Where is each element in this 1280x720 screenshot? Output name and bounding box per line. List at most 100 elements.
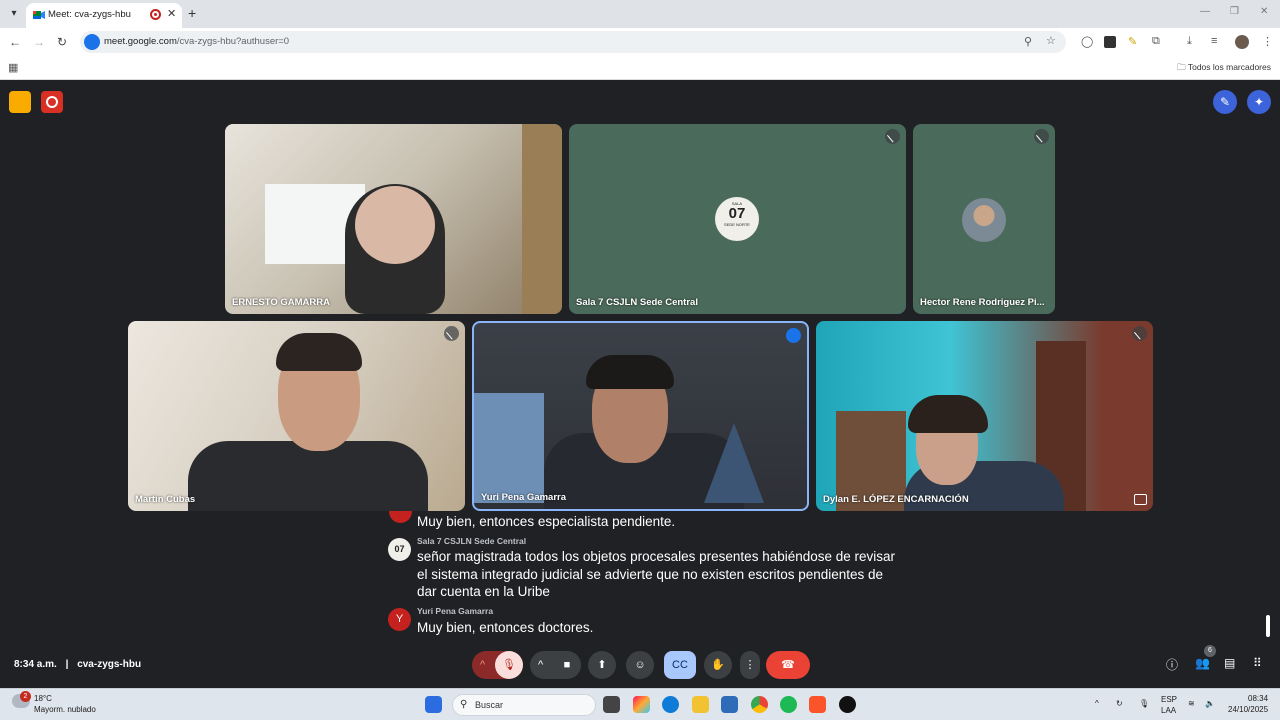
sync-icon[interactable]: ↻: [1116, 699, 1123, 708]
taskbar-search[interactable]: ⚲ Buscar: [452, 694, 596, 716]
emoji-button[interactable]: ☺: [626, 651, 654, 679]
spotify-icon[interactable]: [780, 696, 797, 713]
profile-avatar[interactable]: [1235, 35, 1249, 49]
mic-off-button[interactable]: 🎙: [495, 651, 523, 679]
back-icon[interactable]: ←: [9, 35, 21, 49]
mic-off-icon: [885, 129, 900, 144]
brave-icon[interactable]: [809, 696, 826, 713]
participant-name: Sala 7 CSJLN Sede Central: [576, 297, 698, 308]
reload-icon[interactable]: ↻: [57, 35, 67, 49]
bookmark-star-icon[interactable]: ☆: [1046, 34, 1056, 47]
present-button[interactable]: ⬆: [588, 651, 616, 679]
meeting-info: 8:34 a.m. | cva-zygs-hbu: [14, 659, 142, 670]
language-top[interactable]: ESP: [1161, 695, 1177, 704]
people-icon[interactable]: 👥: [1195, 656, 1210, 670]
caption-avatar: [389, 511, 412, 523]
audio-options-icon[interactable]: ^: [480, 651, 485, 679]
extensions-icon[interactable]: ⧉: [1152, 35, 1160, 48]
participant-name: Martin Cubas: [135, 494, 196, 505]
new-tab-button[interactable]: +: [188, 5, 196, 21]
meeting-time: 8:34 a.m.: [14, 659, 57, 670]
captions-button[interactable]: CC: [664, 651, 696, 679]
sala-avatar: SALA 07 SEDE NORTE: [715, 197, 759, 241]
mic-tray-icon[interactable]: 🎙: [1139, 699, 1149, 708]
gemini-icon[interactable]: ✦: [1247, 90, 1271, 114]
downloads-icon[interactable]: ⤓: [1187, 35, 1192, 48]
tile-ernesto-gamarra[interactable]: ERNESTO GAMARRA: [225, 124, 562, 314]
end-call-button[interactable]: ☎: [766, 651, 810, 679]
caption-text: Muy bien, entonces doctores.: [417, 620, 594, 635]
all-bookmarks[interactable]: 🗀 Todos los marcadores: [1177, 62, 1271, 76]
search-icon: ⚲: [460, 699, 468, 710]
captions-scrollbar[interactable]: [1266, 615, 1270, 637]
close-tab-icon[interactable]: ✕: [167, 7, 176, 20]
address-bar[interactable]: meet.google.com/cva-zygs-hbu?authuser=0 …: [80, 31, 1066, 53]
chat-icon[interactable]: ▤: [1224, 656, 1235, 670]
tile-martin-cubas[interactable]: Martin Cubas: [128, 321, 465, 511]
participant-name: Dylan E. LÓPEZ ENCARNACIÓN: [823, 494, 969, 505]
caption-avatar: Y: [388, 608, 411, 631]
apps-grid-icon[interactable]: ▦: [8, 61, 18, 74]
bookmarks-bar: ▦ 🗀 Todos los marcadores: [0, 56, 1280, 80]
mic-off-icon: [1034, 129, 1049, 144]
activities-icon[interactable]: ⠿: [1253, 656, 1262, 670]
notepad-icon[interactable]: [721, 696, 738, 713]
hector-avatar: [962, 198, 1006, 242]
tile-dylan-lopez[interactable]: Dylan E. LÓPEZ ENCARNACIÓN: [816, 321, 1153, 511]
participant-name: ERNESTO GAMARRA: [232, 297, 330, 308]
raise-hand-button[interactable]: ✋: [704, 651, 732, 679]
caption-text: Muy bien, entonces especialista pendient…: [417, 514, 676, 529]
minimize-icon[interactable]: —: [1200, 6, 1210, 17]
edge-icon[interactable]: [662, 696, 679, 713]
chrome-icon[interactable]: [751, 696, 768, 713]
mic-off-icon: [1132, 326, 1147, 341]
volume-icon[interactable]: 🔈: [1205, 699, 1215, 708]
copilot-icon[interactable]: [633, 696, 650, 713]
camera-button[interactable]: ■: [553, 651, 581, 679]
language-bottom[interactable]: LAA: [1161, 706, 1176, 715]
activity-icon[interactable]: [9, 91, 31, 113]
windows-taskbar: 2 18°C Mayorm. nublado ⚲ Buscar ^ ↻ 🎙 ES…: [0, 688, 1280, 720]
more-options-button[interactable]: ⋮: [740, 651, 760, 679]
tile-yuri-pena[interactable]: Yuri Pena Gamarra: [472, 321, 809, 511]
mic-controls: ^ 🎙: [472, 651, 523, 679]
extension-2-icon[interactable]: [1104, 36, 1116, 48]
file-explorer-icon[interactable]: [692, 696, 709, 713]
browser-menu-icon[interactable]: ⋮: [1262, 35, 1273, 48]
tray-expand-icon[interactable]: ^: [1095, 699, 1099, 708]
reading-list-icon[interactable]: ≡: [1211, 35, 1217, 47]
tile-hector-rodriguez[interactable]: Hector Rene Rodriguez Pi...: [913, 124, 1055, 314]
extension-1-icon[interactable]: ◯: [1081, 35, 1093, 48]
google-meet-icon: [33, 11, 45, 19]
camera-controls: ^ ■: [530, 651, 581, 679]
recording-icon[interactable]: [41, 91, 63, 113]
task-view-icon[interactable]: [603, 696, 620, 713]
participant-name: Yuri Pena Gamarra: [481, 492, 567, 503]
search-label: Buscar: [475, 700, 504, 710]
site-info-icon[interactable]: [84, 34, 100, 50]
caption-speaker: Yuri Pena Gamarra: [417, 606, 494, 616]
close-window-icon[interactable]: ✕: [1260, 6, 1268, 17]
caption-text: señor magistrada todos los objetos proce…: [417, 549, 896, 599]
meeting-code: cva-zygs-hbu: [77, 659, 142, 670]
tab-meet[interactable]: Meet: cva-zygs-hbu ✕: [26, 3, 182, 28]
maximize-icon[interactable]: ❐: [1230, 6, 1239, 17]
forward-icon[interactable]: →: [33, 35, 45, 49]
wifi-icon[interactable]: ≋: [1188, 699, 1195, 708]
browser-tabstrip: ▾ Meet: cva-zygs-hbu ✕ + — ❐ ✕: [0, 0, 1280, 28]
participants-count-badge: 6: [1204, 645, 1216, 657]
pen-icon[interactable]: ✎: [1213, 90, 1237, 114]
meeting-details-icon[interactable]: ⓘ: [1166, 656, 1178, 673]
tile-sala-7[interactable]: SALA 07 SEDE NORTE Sala 7 CSJLN Sede Cen…: [569, 124, 906, 314]
extension-3-icon[interactable]: ✎: [1128, 35, 1137, 48]
clock-date[interactable]: 24/10/2025: [1228, 705, 1268, 714]
pip-icon[interactable]: [1134, 494, 1147, 505]
tab-search-button[interactable]: ▾: [6, 6, 22, 22]
windows-start-icon[interactable]: [425, 696, 442, 713]
meet-main: ✎ ✦ ERNESTO GAMARRA SALA 07 SEDE NORTE S…: [0, 81, 1280, 688]
video-options-icon[interactable]: ^: [538, 651, 543, 679]
mic-off-icon: [444, 326, 459, 341]
zoom-icon[interactable]: ⚲: [1024, 35, 1032, 48]
obs-icon[interactable]: [839, 696, 856, 713]
clock-time[interactable]: 08:34: [1248, 694, 1268, 703]
